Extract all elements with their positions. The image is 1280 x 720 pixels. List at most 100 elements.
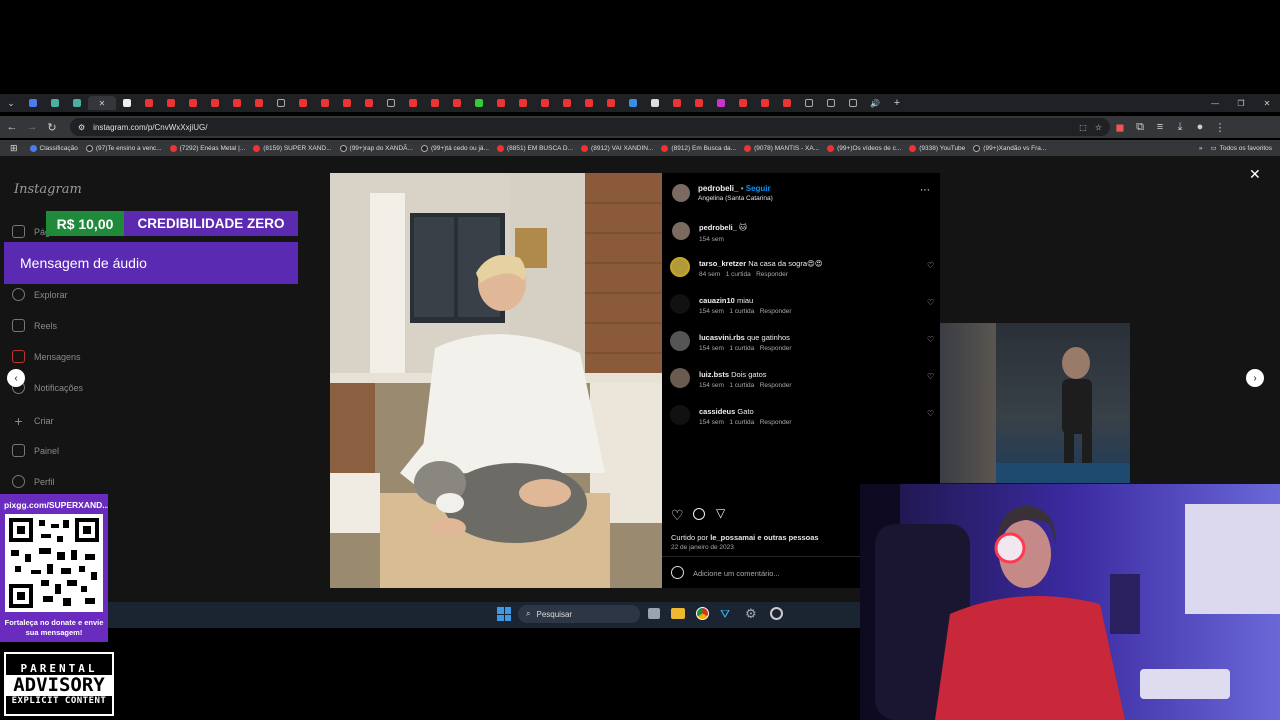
next-post-button[interactable]: ›: [1246, 369, 1264, 387]
install-icon[interactable]: ⬚: [1079, 123, 1087, 132]
comment-username[interactable]: cassideus: [699, 407, 735, 416]
profile-avatar[interactable]: ●: [1190, 121, 1210, 133]
extensions-puzzle-icon[interactable]: ⧉: [1130, 121, 1150, 134]
reload-icon[interactable]: ↻: [42, 121, 62, 134]
liked-by-others[interactable]: e outras pessoas: [757, 533, 818, 542]
browser-tab[interactable]: [710, 96, 732, 110]
reply-button[interactable]: Responder: [756, 271, 788, 278]
bookmark[interactable]: (97)Te ensino a venc...: [85, 144, 162, 152]
file-explorer-icon[interactable]: [671, 608, 685, 619]
site-info-icon[interactable]: ⚙: [78, 123, 85, 132]
browser-tab[interactable]: [204, 96, 226, 110]
url-bar[interactable]: ⚙ instagram.com/p/CnvWxXxjiUG/ ⬚ ☆: [70, 118, 1110, 136]
browser-tab[interactable]: [534, 96, 556, 110]
browser-tab[interactable]: [490, 96, 512, 110]
menu-icon[interactable]: ⋮: [1210, 121, 1230, 134]
bookmark[interactable]: (99+)Os vídeos de c...: [827, 144, 901, 152]
sidebar-item-reels[interactable]: Reels: [12, 319, 57, 332]
grid-thumbnail[interactable]: [940, 323, 996, 483]
more-options-icon[interactable]: ⋯: [920, 185, 930, 196]
comment-username[interactable]: lucasvini.rbs: [699, 333, 745, 342]
browser-tab[interactable]: [688, 96, 710, 110]
browser-tab[interactable]: [578, 96, 600, 110]
share-icon[interactable]: ▽: [716, 506, 725, 520]
browser-tab[interactable]: [160, 96, 182, 110]
browser-tab-active[interactable]: ✕: [88, 96, 116, 110]
comment-avatar[interactable]: [670, 257, 690, 277]
task-view-icon[interactable]: [648, 608, 660, 619]
browser-tab[interactable]: [512, 96, 534, 110]
app-icon[interactable]: [770, 607, 783, 620]
browser-tab[interactable]: [644, 96, 666, 110]
liked-by-user[interactable]: le_possamai: [710, 533, 755, 542]
tab-list-button[interactable]: ⌄: [0, 96, 22, 110]
browser-tab[interactable]: 🔊: [864, 96, 886, 110]
comment-input[interactable]: Adicione um comentário...: [693, 569, 780, 578]
browser-tab[interactable]: [44, 96, 66, 110]
browser-tab[interactable]: [226, 96, 248, 110]
sidebar-item-create[interactable]: + Criar: [12, 413, 53, 429]
star-icon[interactable]: ☆: [1095, 123, 1102, 132]
browser-tab[interactable]: [314, 96, 336, 110]
close-icon[interactable]: ✕: [99, 99, 106, 108]
instagram-logo[interactable]: Instagram: [14, 182, 82, 197]
sidebar-item-messages[interactable]: Mensagens: [12, 350, 81, 363]
minimize-icon[interactable]: —: [1202, 96, 1228, 110]
bookmark[interactable]: (9338) YouTube: [909, 144, 965, 152]
bookmark[interactable]: (8912) Em Busca da...: [661, 144, 736, 152]
bookmark[interactable]: (8912) VAI XANDIN...: [581, 144, 653, 152]
sidebar-item-profile[interactable]: Perfil: [12, 475, 55, 488]
download-icon[interactable]: ⤓: [1170, 121, 1190, 134]
like-icon[interactable]: ♡: [671, 507, 684, 524]
comment-username[interactable]: tarso_kretzer: [699, 259, 746, 268]
browser-tab[interactable]: [776, 96, 798, 110]
bookmark[interactable]: (9078) MANTIS - XA...: [744, 144, 819, 152]
comment-avatar[interactable]: [670, 405, 690, 425]
back-icon[interactable]: ←: [2, 121, 22, 133]
browser-tab[interactable]: [358, 96, 380, 110]
browser-tab[interactable]: [600, 96, 622, 110]
browser-tab[interactable]: [138, 96, 160, 110]
bookmark[interactable]: (7292) Enéas Metal |...: [169, 144, 245, 152]
like-comment-icon[interactable]: ♡: [927, 409, 934, 418]
all-bookmarks[interactable]: ▭ Todos os favoritos: [1210, 144, 1272, 153]
bookmark[interactable]: (99+)Xandão vs Fra...: [973, 144, 1046, 152]
bookmark[interactable]: (8851) EM BUSCA D...: [496, 144, 573, 152]
browser-tab[interactable]: [622, 96, 644, 110]
browser-tab[interactable]: [666, 96, 688, 110]
bookmark[interactable]: Classificação: [29, 144, 78, 152]
like-comment-icon[interactable]: ♡: [927, 335, 934, 344]
emoji-icon[interactable]: [671, 566, 684, 579]
reply-button[interactable]: Responder: [760, 419, 792, 426]
media-icon[interactable]: ≡: [1150, 121, 1170, 133]
settings-gear-icon[interactable]: ⚙: [745, 606, 757, 622]
grid-thumbnail[interactable]: [996, 323, 1130, 483]
author-avatar[interactable]: [672, 184, 690, 202]
browser-tab[interactable]: [248, 96, 270, 110]
browser-tab[interactable]: [468, 96, 490, 110]
sidebar-item-dashboard[interactable]: Painel: [12, 444, 59, 457]
edge-icon[interactable]: ⛛: [720, 607, 730, 622]
windows-start-icon[interactable]: [497, 607, 511, 621]
comment-icon[interactable]: [693, 508, 705, 520]
caption-avatar[interactable]: [672, 222, 690, 240]
like-comment-icon[interactable]: ♡: [927, 298, 934, 307]
browser-tab[interactable]: [336, 96, 358, 110]
browser-tab[interactable]: [116, 96, 138, 110]
reply-button[interactable]: Responder: [760, 382, 792, 389]
window-close-icon[interactable]: ✕: [1254, 96, 1280, 110]
browser-tab[interactable]: [270, 96, 292, 110]
comment-avatar[interactable]: [670, 294, 690, 314]
reply-button[interactable]: Responder: [760, 308, 792, 315]
close-modal-icon[interactable]: ✕: [1249, 166, 1261, 183]
like-comment-icon[interactable]: ♡: [927, 372, 934, 381]
browser-tab[interactable]: [446, 96, 468, 110]
comment-avatar[interactable]: [670, 331, 690, 351]
post-location[interactable]: Angelina (Santa Catarina): [698, 195, 773, 202]
comment-likes[interactable]: 1 curtida: [729, 419, 754, 426]
more-bookmarks-icon[interactable]: »: [1199, 145, 1203, 152]
browser-tab[interactable]: [556, 96, 578, 110]
browser-tab[interactable]: [66, 96, 88, 110]
comment-username[interactable]: luiz.bsts: [699, 370, 729, 379]
browser-tab[interactable]: [182, 96, 204, 110]
